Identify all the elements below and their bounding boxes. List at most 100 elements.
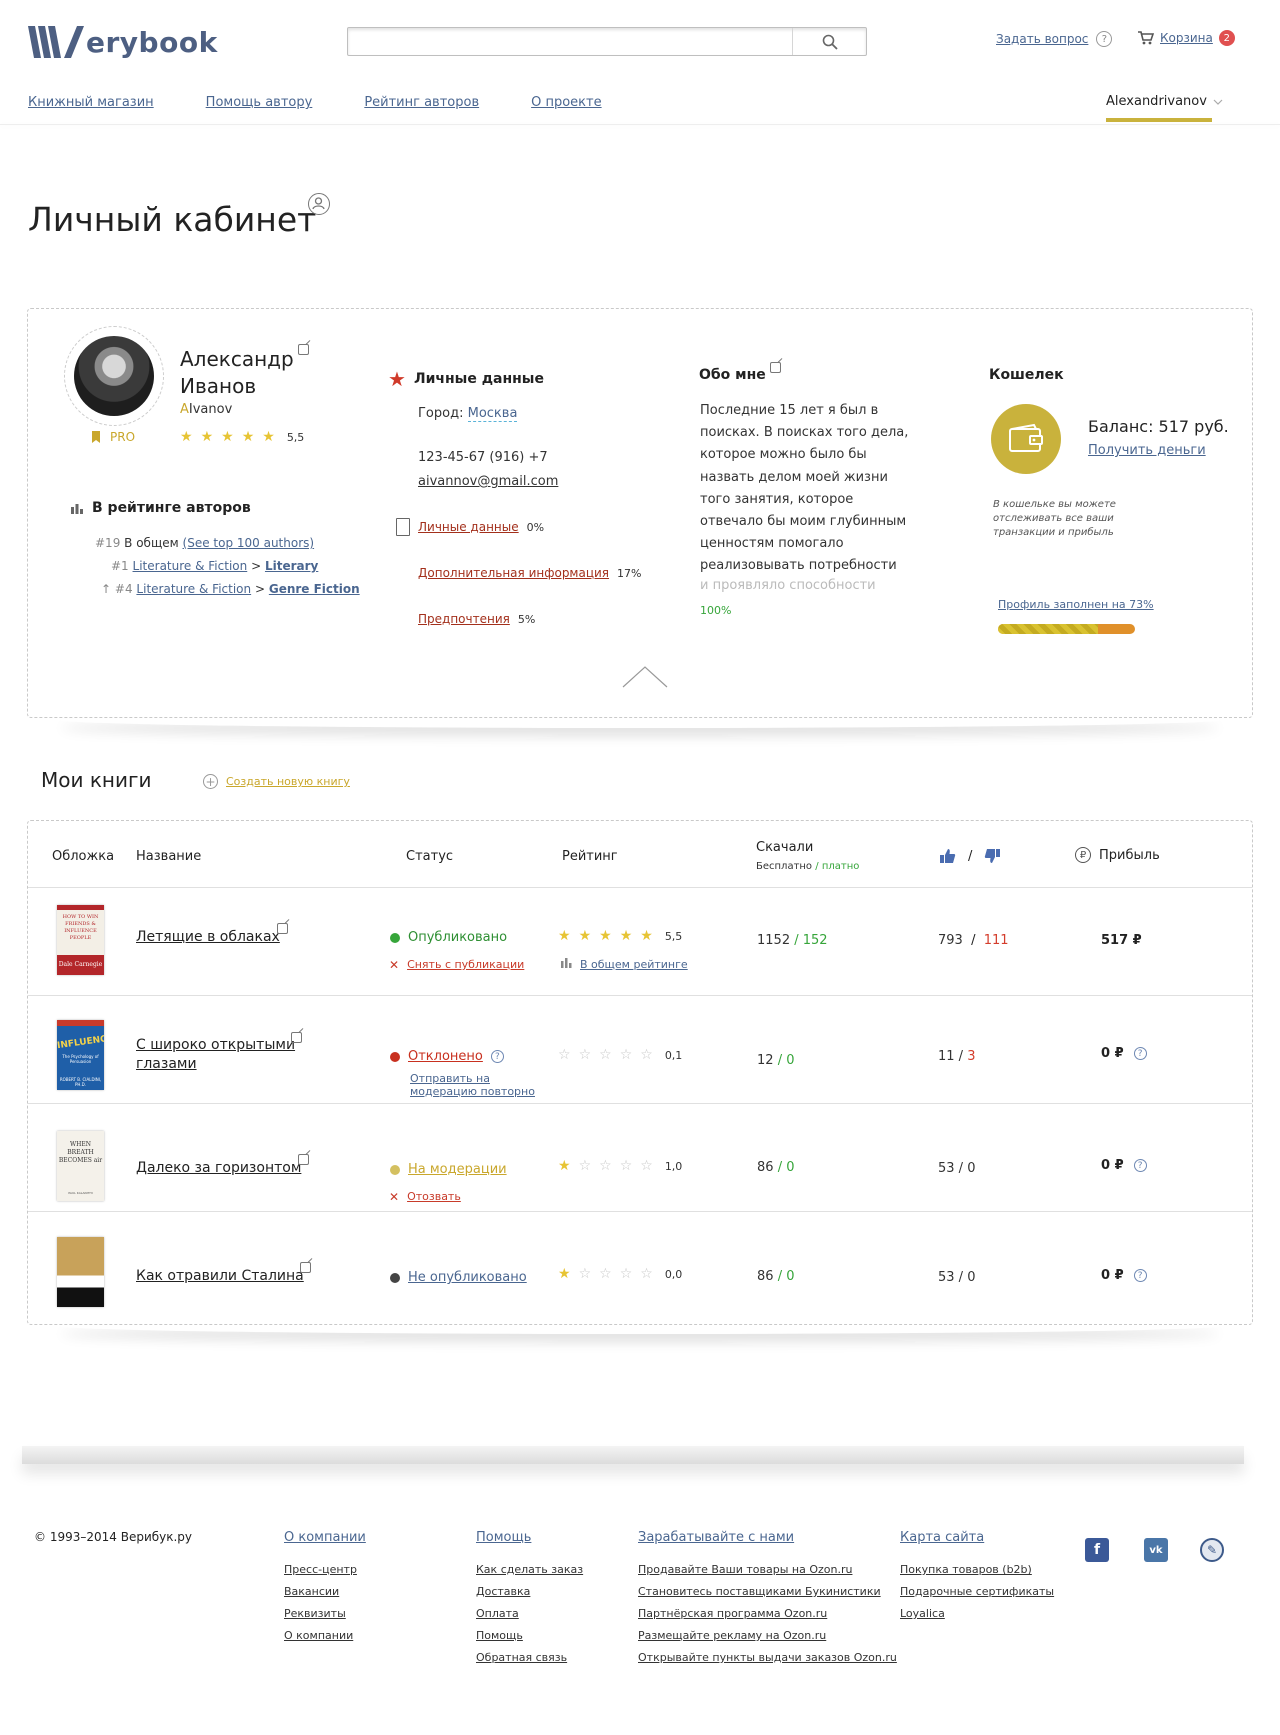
search-input[interactable] (347, 27, 867, 56)
footer-head-link[interactable]: Карта сайта (900, 1530, 1054, 1545)
footer-link[interactable]: Как сделать заказ (476, 1559, 583, 1581)
get-money-link[interactable]: Получить деньги (1088, 443, 1206, 458)
edit-book-icon[interactable] (277, 923, 288, 934)
book-cover[interactable]: WHEN BREATH BECOMES air PAUL KALANITHI (57, 1131, 104, 1201)
book-rating-stars: ★ ☆ ☆ ☆ ☆ 1,0 (558, 1158, 683, 1174)
star-icon: ★ (221, 429, 234, 445)
category-link[interactable]: Literature & Fiction (133, 559, 248, 573)
create-book[interactable]: + Создать новую книгу (203, 774, 350, 789)
resend-moderation-link[interactable]: Отправить на модерацию повторно (410, 1072, 540, 1098)
question-icon[interactable]: ? (1096, 31, 1113, 47)
cart[interactable]: Корзина 2 (1138, 30, 1235, 46)
question-icon[interactable]: ? (490, 1050, 504, 1063)
arrow-up-icon: ↑ (101, 582, 112, 596)
footer-link[interactable]: Подарочные сертификаты (900, 1581, 1054, 1603)
footer-link[interactable]: Вакансии (284, 1581, 366, 1603)
footer-link[interactable]: Становитесь поставщиками Букинистики (638, 1581, 897, 1603)
footer-link[interactable]: Размещайте рекламу на Ozon.ru (638, 1625, 897, 1647)
city-value[interactable]: Москва (467, 406, 518, 422)
user-active-indicator (1106, 118, 1212, 122)
book-cover[interactable]: INFLUENCE The Psychology of Persuasion R… (57, 1020, 104, 1090)
user-menu[interactable]: Alexandrivanov (1106, 94, 1223, 109)
full-name: Александр Иванов (180, 347, 294, 398)
about-text-faded[interactable]: и проявляло способности (700, 578, 876, 593)
subcategory-link[interactable]: Genre Fiction (269, 582, 360, 596)
logo[interactable]: erybook (28, 22, 218, 62)
collapse-chevron-icon[interactable] (622, 665, 668, 689)
downloads: 1152 / 152 (757, 933, 828, 948)
question-icon[interactable]: ? (1133, 1047, 1147, 1060)
personal-data-row: Личные данные 0% (396, 518, 544, 536)
likes: 53 / 0 (938, 1270, 976, 1285)
overall-rating-action[interactable]: В общем рейтинге (560, 958, 688, 971)
author-rating-stars: ★ ★ ★ ★ ★ 5,5 (180, 429, 304, 445)
footer-link[interactable]: О компании (284, 1625, 366, 1647)
nav-bookstore[interactable]: Книжный магазин (28, 95, 154, 110)
footer-link[interactable]: Оплата (476, 1603, 583, 1625)
footer-link[interactable]: Реквизиты (284, 1603, 366, 1625)
avatar[interactable] (74, 336, 154, 416)
book-title-link[interactable]: Далеко за горизонтом (136, 1159, 301, 1178)
footer-head-link[interactable]: Зарабатывайте с нами (638, 1530, 897, 1545)
author-rating-value: 5,5 (286, 430, 305, 444)
footer-link[interactable]: Помощь (476, 1625, 583, 1647)
subcategory-link[interactable]: Literary (265, 559, 318, 573)
withdraw-action[interactable]: ✕ Отозвать (389, 1190, 461, 1204)
footer-link[interactable]: Открывайте пункты выдачи заказов Ozon.ru (638, 1647, 897, 1669)
book-status: Опубликовано (390, 930, 507, 945)
ask-question[interactable]: Задать вопрос ? (996, 31, 1113, 47)
footer-col-help: Помощь Как сделать заказ Доставка Оплата… (476, 1530, 583, 1669)
status-link[interactable]: Не опубликовано (408, 1270, 527, 1285)
edit-book-icon[interactable] (298, 1154, 309, 1165)
footer-head-link[interactable]: О компании (284, 1530, 366, 1545)
extra-info-link[interactable]: Дополнительная информация (418, 566, 609, 580)
book-title-link[interactable]: С широко открытыми глазами (136, 1036, 306, 1074)
book-cover[interactable] (57, 1237, 104, 1307)
edit-book-icon[interactable] (300, 1262, 311, 1273)
book-title-link[interactable]: Летящие в облаках (136, 928, 280, 947)
edit-about-icon[interactable] (770, 362, 781, 373)
withdraw-link[interactable]: Отозвать (407, 1190, 461, 1203)
status-link[interactable]: На модерации (408, 1162, 507, 1177)
nav-about[interactable]: О проекте (531, 95, 602, 110)
livejournal-icon[interactable]: ✎ (1200, 1538, 1224, 1562)
authors-rating-title: В рейтинге авторов (70, 500, 251, 516)
overall-rating-link[interactable]: В общем рейтинге (580, 958, 688, 971)
preferences-link[interactable]: Предпочтения (418, 612, 510, 626)
personal-data-title: ★ Личные данные (388, 367, 544, 391)
footer-link[interactable]: Пресс-центр (284, 1559, 366, 1581)
footer-link[interactable]: Партнёрская программа Ozon.ru (638, 1603, 897, 1625)
ask-question-link[interactable]: Задать вопрос (996, 32, 1088, 46)
cart-link[interactable]: Корзина (1160, 31, 1213, 45)
vk-icon[interactable]: vk (1144, 1538, 1168, 1562)
page-title: Личный кабинет (28, 200, 317, 239)
footer-col-company: О компании Пресс-центр Вакансии Реквизит… (284, 1530, 366, 1647)
personal-data-link[interactable]: Личные данные (418, 520, 519, 534)
search-button[interactable] (792, 28, 866, 55)
edit-name-icon[interactable] (298, 344, 309, 355)
status-link[interactable]: Отклонено (408, 1049, 483, 1064)
see-top-link[interactable]: (See top 100 authors) (183, 536, 315, 550)
footer-link[interactable]: Обратная связь (476, 1647, 583, 1669)
footer-head-link[interactable]: Помощь (476, 1530, 583, 1545)
facebook-icon[interactable]: f (1085, 1538, 1109, 1562)
create-book-link[interactable]: Создать новую книгу (226, 775, 350, 788)
profile-filled-link[interactable]: Профиль заполнен на 73% (998, 598, 1154, 611)
nav-author-help[interactable]: Помощь автору (206, 95, 313, 110)
footer-link[interactable]: Продавайте Ваши товары на Ozon.ru (638, 1559, 897, 1581)
unpublish-link[interactable]: Снять с публикации (407, 958, 524, 971)
likes: 53 / 0 (938, 1161, 976, 1176)
bookmark-icon (92, 431, 100, 443)
footer-link[interactable]: Loyalica (900, 1603, 1054, 1625)
edit-book-icon[interactable] (291, 1032, 302, 1043)
footer-link[interactable]: Покупка товаров (b2b) (900, 1559, 1054, 1581)
unpublish-action[interactable]: ✕ Снять с публикации (389, 958, 524, 972)
email-link[interactable]: aivannov@gmail.com (418, 474, 558, 489)
nav-authors-rating[interactable]: Рейтинг авторов (364, 95, 479, 110)
footer-link[interactable]: Доставка (476, 1581, 583, 1603)
category-link[interactable]: Literature & Fiction (136, 582, 251, 596)
question-icon[interactable]: ? (1133, 1159, 1147, 1172)
book-cover[interactable]: HOW TO WIN FRIENDS & INFLUENCE PEOPLE Da… (57, 905, 104, 975)
question-icon[interactable]: ? (1133, 1269, 1147, 1282)
book-title-link[interactable]: Как отравили Сталина (136, 1267, 304, 1286)
